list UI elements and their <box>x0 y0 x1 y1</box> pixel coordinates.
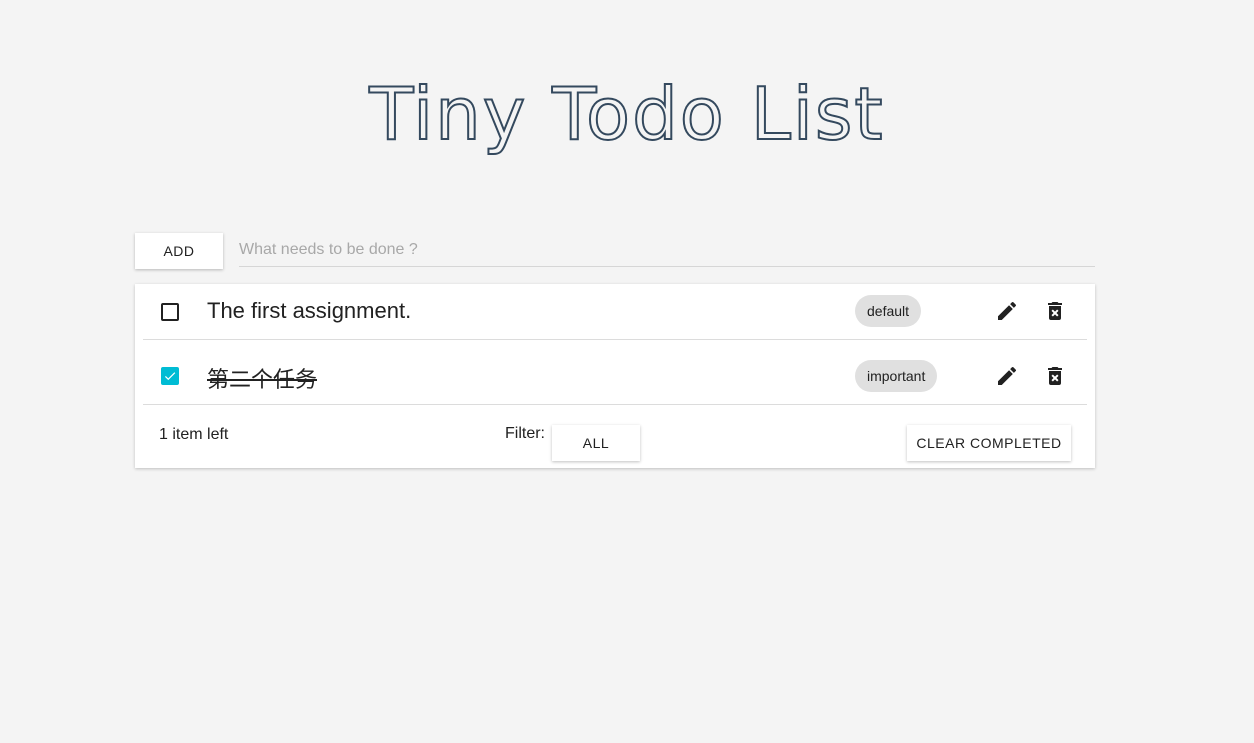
clear-completed-button[interactable]: CLEAR COMPLETED <box>907 425 1071 461</box>
edit-todo-button[interactable] <box>993 362 1021 390</box>
todo-item: 第二个任务 important <box>143 340 1087 405</box>
pencil-icon <box>998 301 1017 320</box>
filter-label: Filter: <box>505 425 545 442</box>
add-button[interactable]: ADD <box>135 233 223 269</box>
pencil-icon <box>998 366 1017 385</box>
todo-list-card: The first assignment. default 第二个任务 impo… <box>135 284 1095 468</box>
edit-todo-button[interactable] <box>993 297 1021 325</box>
todo-app: Tiny Todo List ADD The first assignment.… <box>0 0 1254 743</box>
delete-todo-button[interactable] <box>1041 362 1069 390</box>
todo-tag-chip[interactable]: important <box>855 360 938 392</box>
checkmark-icon <box>164 372 176 381</box>
delete-todo-button[interactable] <box>1041 297 1069 325</box>
trash-x-icon <box>1048 367 1062 385</box>
todo-item: The first assignment. default <box>143 284 1087 340</box>
todo-text: The first assignment. <box>207 298 412 323</box>
new-todo-input[interactable] <box>239 233 1095 267</box>
trash-x-icon <box>1048 302 1062 320</box>
todo-checkbox[interactable] <box>161 303 179 321</box>
filter-select-button[interactable]: ALL <box>552 425 640 461</box>
items-left-count: 1 item left <box>159 426 229 443</box>
todo-checkbox-checked[interactable] <box>161 367 179 385</box>
todo-tag-chip[interactable]: default <box>855 295 922 327</box>
todo-text: 第二个任务 <box>207 367 318 392</box>
todo-footer: 1 item left Filter: ALL CLEAR COMPLETED <box>135 404 1095 468</box>
page-title: Tiny Todo List <box>368 71 885 157</box>
add-todo-bar: ADD <box>135 233 1095 269</box>
